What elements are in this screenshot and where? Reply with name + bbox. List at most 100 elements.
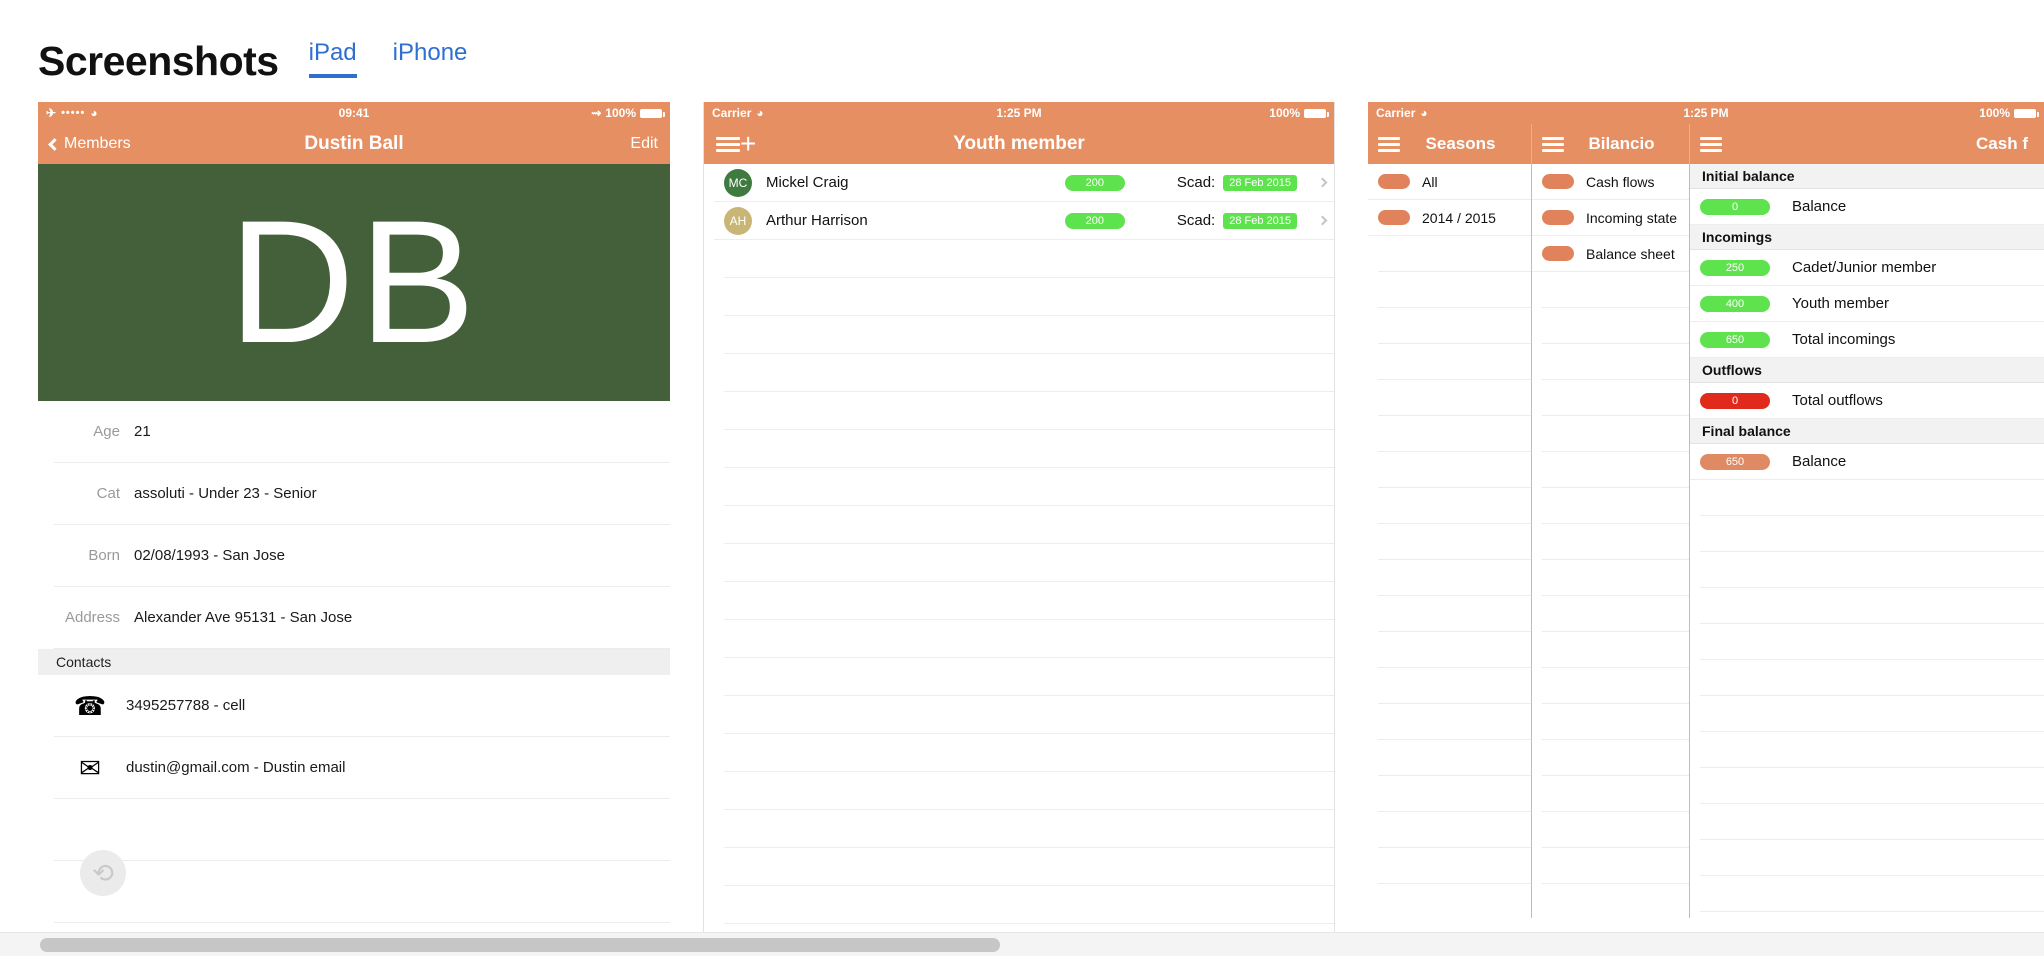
empty-list-row — [1378, 524, 1531, 560]
empty-list-row — [724, 582, 1334, 620]
detail-label: Cat — [96, 485, 120, 502]
empty-list-row — [1700, 588, 2044, 624]
edit-button[interactable]: Edit — [630, 135, 658, 153]
hamburger-menu-icon[interactable] — [1542, 134, 1564, 155]
detail-row-address[interactable]: Address Alexander Ave 95131 - San Jose — [54, 587, 670, 649]
empty-list-row — [1542, 560, 1689, 596]
sidebar-item-2014-2015[interactable]: 2014 / 2015 — [1368, 200, 1531, 236]
status-right: 100% — [1979, 106, 2039, 120]
detail-row-born[interactable]: Born 02/08/1993 - San Jose — [54, 525, 670, 587]
battery-percent: 100% — [1979, 106, 2010, 120]
blank-row — [54, 799, 670, 861]
empty-list-row — [724, 354, 1334, 392]
empty-list-row — [1542, 524, 1689, 560]
balance-row-label: Cadet/Junior member — [1792, 259, 1937, 276]
empty-list-row — [1378, 488, 1531, 524]
seasons-column: Seasons All 2014 / 2015 — [1368, 124, 1532, 918]
hamburger-menu-icon[interactable] — [1378, 134, 1400, 155]
back-button-label: Members — [64, 135, 131, 152]
empty-list-row — [1378, 344, 1531, 380]
empty-list-row — [1700, 480, 2044, 516]
empty-list-row — [724, 430, 1334, 468]
empty-list-row — [1700, 876, 2044, 912]
balance-row[interactable]: 250 Cadet/Junior member — [1690, 250, 2044, 286]
empty-list-row — [1700, 696, 2044, 732]
bullet-pill-icon — [1542, 174, 1574, 189]
contact-row-email[interactable]: ✉ dustin@gmail.com - Dustin email — [54, 737, 670, 799]
sidebar-item-balance-sheet[interactable]: Balance sheet — [1532, 236, 1689, 272]
balance-row[interactable]: 0 Balance — [1690, 189, 2044, 225]
empty-list-row — [1542, 632, 1689, 668]
contacts-section-header: Contacts — [38, 649, 670, 675]
list-item[interactable]: MC Mickel Craig 200 Scad: 28 Feb 2015 — [714, 164, 1334, 202]
empty-list-row — [724, 240, 1334, 278]
member-detail-rows: Age 21 Cat assoluti - Under 23 - Senior … — [38, 401, 670, 649]
scad-label: Scad: — [1176, 212, 1216, 229]
detail-value: Alexander Ave 95131 - San Jose — [134, 609, 353, 626]
screenshot-member-detail[interactable]: ✈ ••••• ◕ 09:41 ⇝ 100% Members Dustin Ba… — [38, 102, 670, 936]
contact-row-phone[interactable]: ☎ 3495257788 - cell — [54, 675, 670, 737]
empty-list-row — [724, 468, 1334, 506]
section-header-final-balance: Final balance — [1690, 419, 2044, 444]
empty-list-row — [1542, 668, 1689, 704]
balance-row[interactable]: 0 Total outflows — [1690, 383, 2044, 419]
empty-list-row — [724, 848, 1334, 886]
sidebar-item-cash-flows[interactable]: Cash flows — [1532, 164, 1689, 200]
chevron-right-icon — [1317, 177, 1328, 188]
status-left: Carrier ◕ — [712, 106, 764, 120]
empty-list-row — [1542, 488, 1689, 524]
list-item[interactable]: AH Arthur Harrison 200 Scad: 28 Feb 2015 — [714, 202, 1334, 240]
balance-row[interactable]: 650 Balance — [1690, 444, 2044, 480]
empty-list-row — [724, 506, 1334, 544]
scrollbar-thumb[interactable] — [40, 938, 1000, 952]
screenshot-youth-member-list[interactable]: Carrier ◕ 1:25 PM 100% Youth member + MC… — [703, 102, 1335, 936]
section-header-incomings: Incomings — [1690, 225, 2044, 250]
empty-list-row — [1542, 344, 1689, 380]
hamburger-menu-icon[interactable] — [716, 134, 740, 155]
empty-list-row — [1542, 308, 1689, 344]
carrier-label: Carrier — [1376, 106, 1416, 120]
sidebar-item-incoming-statement[interactable]: Incoming state — [1532, 200, 1689, 236]
empty-list-row — [724, 734, 1334, 772]
amount-badge: 0 — [1700, 392, 1770, 409]
airplane-icon: ✈ — [46, 106, 57, 120]
screenshots-strip: ✈ ••••• ◕ 09:41 ⇝ 100% Members Dustin Ba… — [0, 82, 2044, 936]
amount-badge: 650 — [1700, 453, 1770, 470]
balance-row-label: Youth member — [1792, 295, 1890, 312]
back-button[interactable]: Members — [48, 135, 131, 153]
cash-nav-bar: Cash f — [1690, 124, 2044, 164]
detail-row-cat[interactable]: Cat assoluti - Under 23 - Senior — [54, 463, 670, 525]
bullet-pill-icon — [1378, 210, 1410, 225]
plus-icon[interactable]: + — [740, 130, 756, 158]
refresh-icon[interactable]: ⟲ — [80, 850, 126, 896]
sidebar-item-label: Balance sheet — [1586, 245, 1675, 262]
envelope-icon: ✉ — [79, 752, 101, 783]
empty-list-row — [1378, 812, 1531, 848]
empty-list-row — [1542, 416, 1689, 452]
empty-list-row — [724, 810, 1334, 848]
detail-row-age[interactable]: Age 21 — [54, 401, 670, 463]
battery-icon — [1304, 108, 1329, 118]
hamburger-menu-icon[interactable] — [1700, 134, 1722, 155]
empty-list-row — [1378, 668, 1531, 704]
bilancio-column: Bilancio Cash flows Incoming state Balan… — [1532, 124, 1690, 918]
empty-list-row — [724, 544, 1334, 582]
empty-list-row — [1542, 776, 1689, 812]
tab-iphone[interactable]: iPhone — [393, 39, 468, 78]
empty-list-row — [1542, 704, 1689, 740]
balance-row[interactable]: 650 Total incomings — [1690, 322, 2044, 358]
sidebar-item-all[interactable]: All — [1368, 164, 1531, 200]
empty-list-row — [1700, 516, 2044, 552]
amount-badge: 650 — [1700, 331, 1770, 348]
bullet-pill-icon — [1378, 174, 1410, 189]
empty-list-row — [1542, 812, 1689, 848]
amount-badge: 0 — [1700, 198, 1770, 215]
horizontal-scrollbar[interactable] — [0, 932, 2044, 956]
empty-list-row — [1378, 380, 1531, 416]
status-bar: Carrier ◕ 1:25 PM 100% — [1368, 102, 2044, 124]
screenshot-cash-flows-split[interactable]: Carrier ◕ 1:25 PM 100% Seasons All 2014 … — [1368, 102, 2044, 936]
balance-row[interactable]: 400 Youth member — [1690, 286, 2044, 322]
seasons-nav-bar: Seasons — [1368, 124, 1531, 164]
tab-ipad[interactable]: iPad — [308, 39, 357, 78]
chevron-left-icon — [48, 137, 61, 151]
